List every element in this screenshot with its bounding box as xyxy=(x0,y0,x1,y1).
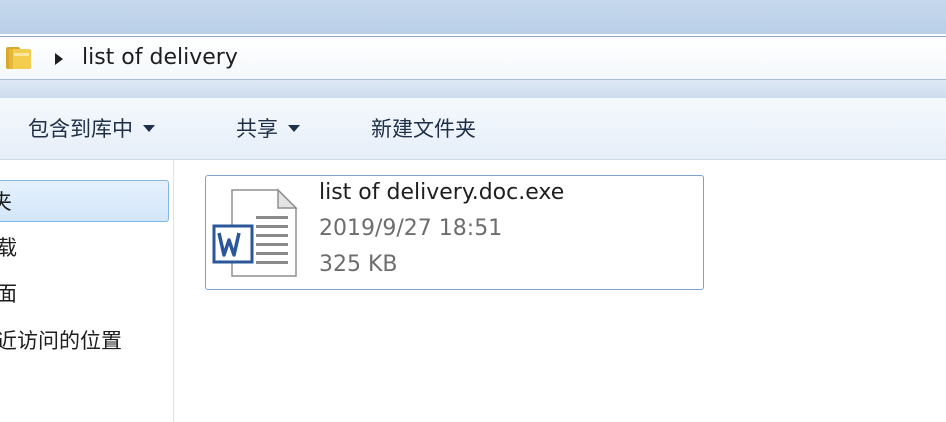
file-list-area[interactable]: list of delivery.doc.exe 2019/9/27 18:51… xyxy=(175,160,946,422)
nav-item-label: 载 xyxy=(0,236,17,260)
address-bar[interactable]: list of delivery xyxy=(0,36,946,80)
share-label: 共享 xyxy=(236,117,278,141)
new-folder-button[interactable]: 新建文件夹 xyxy=(371,112,476,146)
share-button[interactable]: 共享 xyxy=(236,112,300,146)
address-bar-bottom xyxy=(0,80,946,98)
command-toolbar: 包含到库中 共享 新建文件夹 xyxy=(0,98,946,160)
dropdown-arrow-icon xyxy=(288,124,300,132)
nav-item-desktop[interactable]: 面 xyxy=(0,273,17,315)
include-in-library-button[interactable]: 包含到库中 xyxy=(28,112,155,146)
nav-item-downloads[interactable]: 载 xyxy=(0,227,17,269)
navigation-pane: 夹 载 面 近访问的位置 xyxy=(0,160,174,422)
file-size: 325 KB xyxy=(319,252,398,277)
nav-item-label: 夹 xyxy=(0,181,12,221)
include-in-library-label: 包含到库中 xyxy=(28,117,133,141)
dropdown-arrow-icon xyxy=(143,124,155,132)
file-name: list of delivery.doc.exe xyxy=(319,180,565,205)
chevron-right-icon[interactable] xyxy=(54,51,64,65)
window-title-strip xyxy=(0,0,946,34)
nav-item-label: 面 xyxy=(0,282,17,306)
word-document-icon xyxy=(212,188,302,278)
address-path[interactable]: list of delivery xyxy=(82,43,238,73)
nav-item-label: 近访问的位置 xyxy=(0,329,122,353)
file-date: 2019/9/27 18:51 xyxy=(319,216,503,241)
folder-icon xyxy=(4,43,34,73)
file-item[interactable]: list of delivery.doc.exe 2019/9/27 18:51… xyxy=(205,175,704,290)
nav-item-favorites[interactable]: 夹 xyxy=(0,180,169,222)
new-folder-label: 新建文件夹 xyxy=(371,117,476,141)
nav-item-recent-places[interactable]: 近访问的位置 xyxy=(0,320,122,362)
